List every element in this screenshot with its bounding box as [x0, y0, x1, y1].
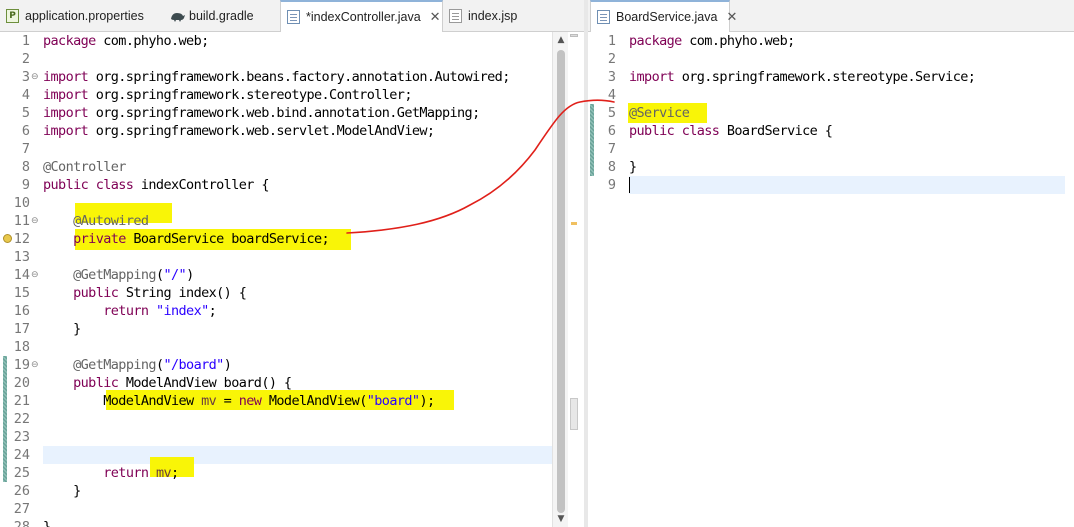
code-line: }	[43, 519, 51, 527]
line-number: 25	[13, 465, 30, 481]
code-line: package com.phyho.web;	[629, 33, 795, 49]
line-number: 11	[13, 213, 30, 229]
tab-board-service[interactable]: BoardService.java ✕	[590, 0, 737, 32]
line-number: 7	[21, 141, 30, 157]
code-line: public String index() {	[73, 285, 247, 301]
line-number: 2	[21, 51, 30, 67]
line-number: 23	[13, 429, 30, 445]
line-number: 7	[607, 141, 616, 157]
code-line: @GetMapping("/board")	[73, 357, 232, 373]
line-number: 9	[21, 177, 30, 193]
code-line: }	[629, 159, 637, 175]
line-number: 5	[607, 105, 616, 121]
line-number: 2	[607, 51, 616, 67]
line-number: 15	[13, 285, 30, 301]
code-line: import org.springframework.beans.factory…	[43, 69, 510, 85]
left-tab-bar: P application.properties build.gradle *i…	[0, 0, 584, 32]
overview-warning-marker[interactable]	[571, 222, 577, 225]
line-number: 28	[13, 519, 30, 527]
line-number: 13	[13, 249, 30, 265]
scroll-up-icon[interactable]: ▲	[555, 34, 567, 46]
jsp-file-icon	[449, 8, 462, 23]
code-line: public ModelAndView board() {	[73, 375, 292, 391]
code-line: package com.phyho.web;	[43, 33, 209, 49]
current-line-highlight	[43, 446, 553, 464]
code-line: ModelAndView mv = new ModelAndView("boar…	[43, 393, 435, 409]
line-number: 20	[13, 375, 30, 391]
scrollbar-thumb[interactable]	[557, 50, 565, 513]
line-number: 8	[607, 159, 616, 175]
line-number: 8	[21, 159, 30, 175]
line-number: 16	[13, 303, 30, 319]
line-number: 19	[13, 357, 30, 373]
scroll-down-icon[interactable]: ▼	[555, 513, 567, 525]
tab-index-jsp[interactable]: index.jsp	[449, 0, 517, 31]
tab-label: BoardService.java	[616, 10, 718, 24]
line-number: 22	[13, 411, 30, 427]
line-number: 4	[607, 87, 616, 103]
code-line: import org.springframework.stereotype.Se…	[629, 69, 976, 85]
gradle-icon	[170, 9, 185, 23]
line-number: 24	[13, 447, 30, 463]
text-caret	[629, 177, 630, 193]
overview-viewport-marker[interactable]	[570, 398, 578, 430]
fold-toggle-icon[interactable]: ⊖	[31, 356, 39, 374]
line-number: 18	[13, 339, 30, 355]
close-icon[interactable]: ✕	[430, 10, 441, 25]
left-editor-pane: P application.properties build.gradle *i…	[0, 0, 584, 527]
overview-ruler	[568, 32, 580, 527]
code-line: @GetMapping("/")	[73, 267, 194, 283]
code-line: import org.springframework.web.servlet.M…	[43, 123, 435, 139]
line-number: 1	[21, 33, 30, 49]
line-number: 6	[21, 123, 30, 139]
code-line: @Autowired	[73, 213, 149, 229]
tab-index-controller[interactable]: *indexController.java ✕	[280, 0, 443, 32]
left-code-editor[interactable]: 1 2 3 4 5 6 7 8 9 10 11 12 13 14 15 16 17 18 19 20 21 22 23 24 2…	[0, 32, 584, 527]
code-line: public class BoardService {	[629, 123, 833, 139]
line-number: 1	[607, 33, 616, 49]
fold-toggle-icon[interactable]: ⊖	[31, 266, 39, 284]
line-number: 26	[13, 483, 30, 499]
properties-file-icon: P	[6, 8, 19, 23]
code-line: public class indexController {	[43, 177, 269, 193]
line-number: 17	[13, 321, 30, 337]
code-line: }	[43, 483, 81, 499]
code-line: import org.springframework.web.bind.anno…	[43, 105, 480, 121]
tab-label: index.jsp	[468, 8, 518, 23]
current-line-highlight	[629, 176, 1065, 194]
fold-toggle-icon[interactable]: ⊖	[31, 68, 39, 86]
fold-toggle-icon[interactable]: ⊖	[31, 212, 39, 230]
close-icon[interactable]: ✕	[726, 10, 737, 25]
line-number: 10	[13, 195, 30, 211]
tab-build-gradle[interactable]: build.gradle	[170, 0, 254, 31]
code-line: return mv;	[103, 465, 179, 481]
vertical-scrollbar[interactable]: ▲ ▼	[552, 32, 569, 527]
line-number: 6	[607, 123, 616, 139]
java-file-icon	[287, 10, 300, 24]
code-line: private BoardService boardService;	[73, 231, 330, 247]
line-number: 14	[13, 267, 30, 283]
line-number: 21	[13, 393, 30, 409]
code-line: @Controller	[43, 159, 126, 175]
right-tab-bar: BoardService.java ✕	[588, 0, 1074, 32]
tab-label: application.properties	[25, 8, 144, 23]
code-line: @Service	[629, 105, 690, 121]
code-line: import org.springframework.stereotype.Co…	[43, 87, 412, 103]
java-file-icon	[597, 10, 610, 24]
code-line: return "index";	[103, 303, 217, 319]
right-editor-pane: BoardService.java ✕ 1 2 3 4 5 6 7 8 9 package co…	[588, 0, 1074, 527]
line-number: 3	[21, 69, 30, 85]
warning-bulb-icon[interactable]	[3, 234, 12, 243]
tab-label: build.gradle	[189, 8, 254, 23]
line-number: 3	[607, 69, 616, 85]
line-number: 5	[21, 105, 30, 121]
tab-application-properties[interactable]: P application.properties	[6, 0, 144, 31]
code-line: }	[43, 321, 81, 337]
line-number: 9	[607, 177, 616, 193]
line-number: 27	[13, 501, 30, 517]
overview-marker	[570, 34, 578, 37]
line-number: 4	[21, 87, 30, 103]
right-code-editor[interactable]: 1 2 3 4 5 6 7 8 9 package com.phyho.web; import …	[588, 32, 1074, 527]
tab-label: *indexController.java	[306, 10, 421, 24]
